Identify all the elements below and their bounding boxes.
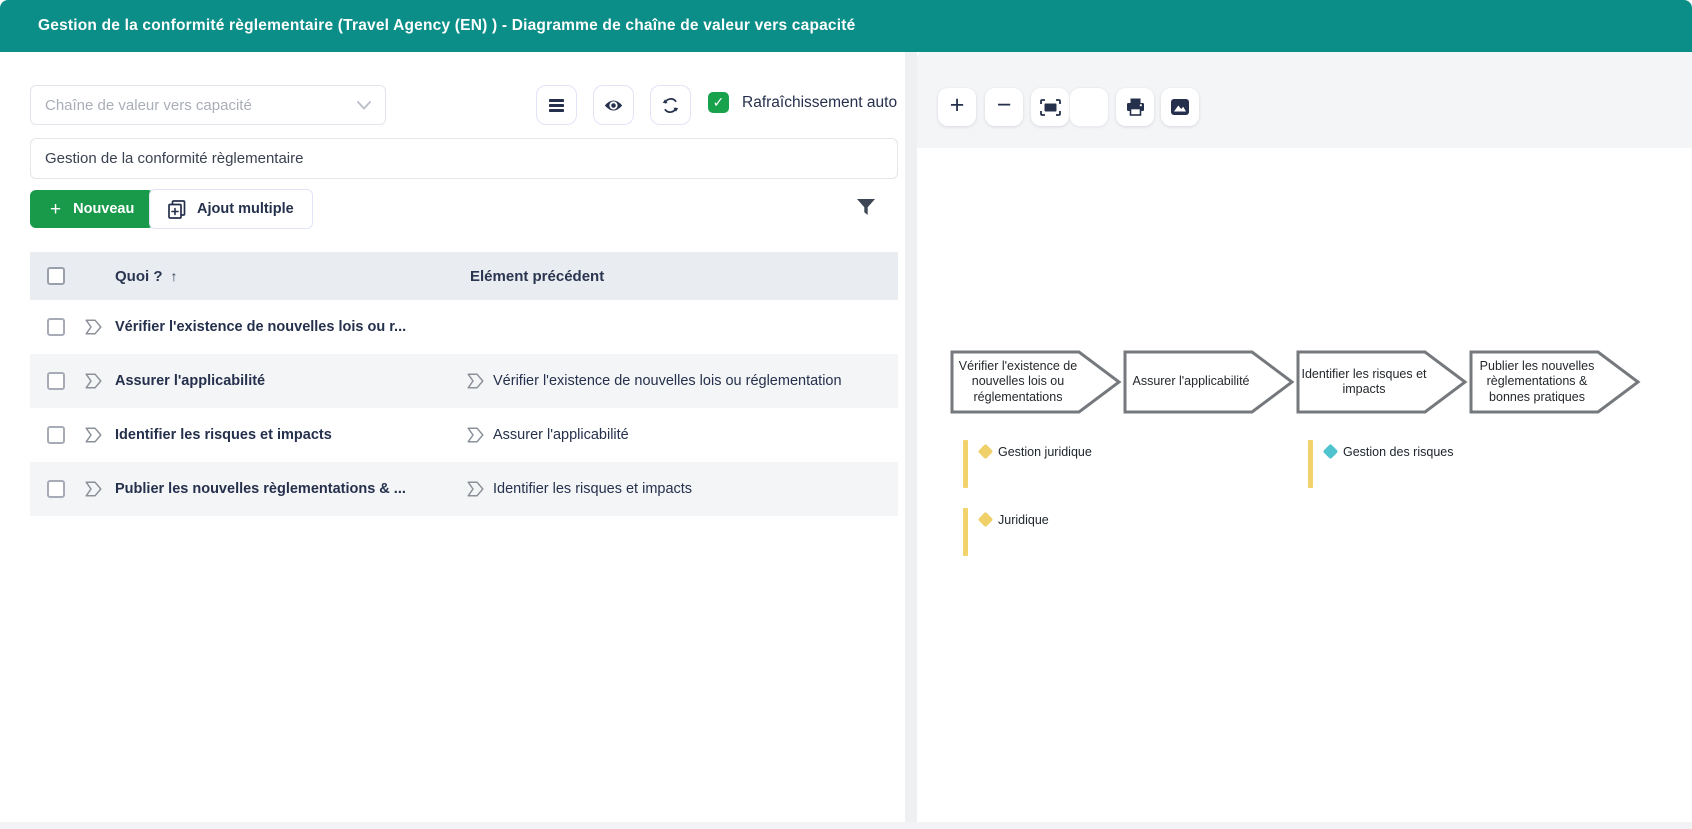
empty-toolbar-button[interactable]: [1070, 88, 1108, 126]
value-stream-icon: [467, 373, 484, 389]
capability-bar: [963, 508, 968, 556]
stage-label: Publier les nouvelles règlementations & …: [1474, 350, 1600, 414]
capability-label: Juridique: [998, 513, 1049, 527]
eye-icon: [604, 98, 623, 113]
table-row[interactable]: Publier les nouvelles règlementations & …: [30, 462, 898, 516]
list-icon: [548, 98, 565, 113]
new-button-label: Nouveau: [73, 201, 134, 217]
stage-label: Vérifier l'existence de nouvelles lois o…: [955, 350, 1081, 414]
capability-tag[interactable]: Gestion juridique: [963, 440, 1092, 488]
row-checkbox[interactable]: [47, 372, 65, 390]
value-chain-stage[interactable]: Identifier les risques et impacts Gestio…: [1296, 350, 1468, 419]
row-checkbox[interactable]: [47, 318, 65, 336]
table-header-row: Quoi ? ↑ Elément précédent: [30, 252, 898, 300]
capability-diamond-icon: [978, 512, 994, 528]
multi-add-label: Ajout multiple: [197, 201, 294, 217]
row-checkbox[interactable]: [47, 480, 65, 498]
value-chain-stage[interactable]: Assurer l'applicabilité: [1123, 350, 1295, 419]
diagram-canvas[interactable]: Vérifier l'existence de nouvelles lois o…: [917, 148, 1692, 822]
view-type-select[interactable]: Chaîne de valeur vers capacité: [30, 85, 386, 125]
diagram-panel: + −: [917, 52, 1692, 822]
row-what: Assurer l'applicabilité: [115, 373, 445, 389]
print-button[interactable]: [1116, 88, 1154, 126]
value-chain-stage[interactable]: Vérifier l'existence de nouvelles lois o…: [950, 350, 1122, 419]
app-window: Gestion de la conformité règlementaire (…: [0, 0, 1692, 829]
column-header-what[interactable]: Quoi ?: [115, 268, 163, 285]
filter-button[interactable]: [852, 193, 880, 221]
value-stream-icon: [467, 427, 484, 443]
column-header-previous[interactable]: Elément précédent: [470, 268, 604, 285]
row-previous: Assurer l'applicabilité: [467, 427, 898, 443]
list-view-button[interactable]: [536, 85, 577, 125]
refresh-icon: [662, 97, 679, 114]
capability-label: Gestion juridique: [998, 445, 1092, 459]
new-button[interactable]: + Nouveau: [30, 190, 154, 228]
multi-add-button[interactable]: Ajout multiple: [149, 189, 313, 229]
row-what: Publier les nouvelles règlementations & …: [115, 481, 445, 497]
element-list-panel: Chaîne de valeur vers capacité: [0, 52, 905, 822]
table-row[interactable]: Identifier les risques et impacts Assure…: [30, 408, 898, 462]
row-previous: Vérifier l'existence de nouvelles lois o…: [467, 373, 898, 389]
value-stream-icon: [467, 481, 484, 497]
print-icon: [1126, 98, 1145, 116]
fit-screen-icon: [1040, 99, 1061, 116]
filter-icon: [856, 198, 876, 216]
fit-screen-button[interactable]: [1031, 88, 1069, 126]
table-row[interactable]: Vérifier l'existence de nouvelles lois o…: [30, 300, 898, 354]
value-chain-stage[interactable]: Publier les nouvelles règlementations & …: [1469, 350, 1641, 419]
zoom-in-button[interactable]: +: [938, 88, 976, 126]
capability-diamond-icon: [1323, 444, 1339, 460]
plus-icon: +: [50, 200, 61, 219]
sort-asc-icon[interactable]: ↑: [171, 268, 178, 284]
page-title: Gestion de la conformité règlementaire (…: [38, 17, 855, 35]
auto-refresh-label: Rafraîchissement auto: [742, 94, 897, 112]
element-table: Quoi ? ↑ Elément précédent Vérifier l'ex…: [30, 252, 898, 516]
view-type-value: Chaîne de valeur vers capacité: [45, 97, 252, 114]
value-stream-icon: [85, 373, 102, 389]
value-stream-icon: [85, 427, 102, 443]
multi-add-icon: [168, 200, 186, 219]
select-all-checkbox[interactable]: [47, 267, 65, 285]
capability-tag[interactable]: Juridique: [963, 508, 1092, 556]
capability-bar: [963, 440, 968, 488]
chevron-down-icon: [357, 101, 371, 110]
value-stream-icon: [85, 481, 102, 497]
refresh-button[interactable]: [650, 85, 691, 125]
export-image-button[interactable]: [1161, 88, 1199, 126]
capability-diamond-icon: [978, 444, 994, 460]
capability-bar: [1308, 440, 1313, 488]
table-row[interactable]: Assurer l'applicabilité Vérifier l'exist…: [30, 354, 898, 408]
auto-refresh-toggle[interactable]: ✓ Rafraîchissement auto: [708, 92, 897, 113]
row-previous: Identifier les risques et impacts: [467, 481, 898, 497]
visibility-button[interactable]: [593, 85, 634, 125]
value-stream-icon: [85, 319, 102, 335]
capability-tag[interactable]: Gestion des risques: [1308, 440, 1453, 488]
page-bottom-strip: [0, 822, 1692, 829]
row-what: Vérifier l'existence de nouvelles lois o…: [115, 319, 445, 335]
row-checkbox[interactable]: [47, 426, 65, 444]
stage-label: Assurer l'applicabilité: [1128, 350, 1254, 414]
panel-divider: [905, 52, 917, 829]
zoom-out-button[interactable]: −: [985, 88, 1023, 126]
stage-label: Identifier les risques et impacts: [1301, 350, 1427, 414]
capability-label: Gestion des risques: [1343, 445, 1453, 459]
diagram-toolbar: + −: [917, 52, 1692, 148]
image-export-icon: [1170, 98, 1190, 116]
element-name-input[interactable]: [30, 138, 898, 179]
checkbox-checked-icon[interactable]: ✓: [708, 92, 729, 113]
row-what: Identifier les risques et impacts: [115, 427, 445, 443]
window-titlebar: Gestion de la conformité règlementaire (…: [0, 0, 1692, 52]
